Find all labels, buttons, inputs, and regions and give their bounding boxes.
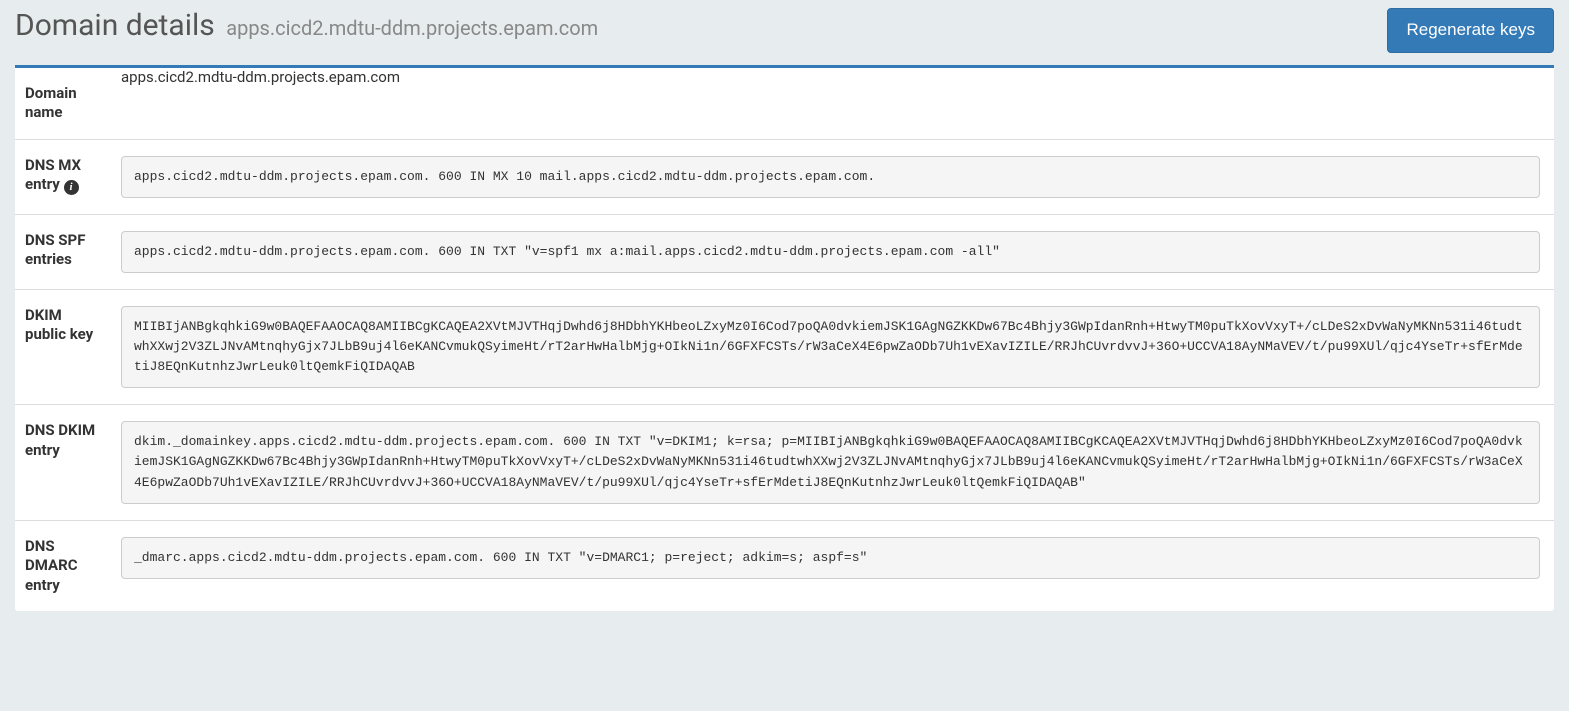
value-domain-name: apps.cicd2.mdtu-ddm.projects.epam.com bbox=[115, 68, 1554, 139]
page-title: Domain details apps.cicd2.mdtu-ddm.proje… bbox=[15, 8, 598, 44]
row-domain-name: Domain name apps.cicd2.mdtu-ddm.projects… bbox=[15, 68, 1554, 140]
page-subtitle: apps.cicd2.mdtu-ddm.projects.epam.com bbox=[226, 16, 598, 40]
label-dns-spf: DNS SPF entries bbox=[15, 215, 115, 289]
details-panel: Domain name apps.cicd2.mdtu-ddm.projects… bbox=[15, 65, 1554, 612]
info-icon[interactable]: i bbox=[64, 180, 79, 195]
row-dns-dkim: DNS DKIM entry dkim._domainkey.apps.cicd… bbox=[15, 405, 1554, 520]
value-dns-dkim[interactable]: dkim._domainkey.apps.cicd2.mdtu-ddm.proj… bbox=[121, 421, 1540, 503]
row-dkim-key: DKIM public key MIIBIjANBgkqhkiG9w0BAQEF… bbox=[15, 290, 1554, 405]
value-dns-spf[interactable]: apps.cicd2.mdtu-ddm.projects.epam.com. 6… bbox=[121, 231, 1540, 273]
label-dns-mx: DNS MX entry i bbox=[15, 140, 115, 214]
label-dns-dmarc: DNS DMARC entry bbox=[15, 521, 115, 612]
label-dns-dkim: DNS DKIM entry bbox=[15, 405, 115, 519]
value-dkim-key[interactable]: MIIBIjANBgkqhkiG9w0BAQEFAAOCAQ8AMIIBCgKC… bbox=[121, 306, 1540, 388]
row-dns-spf: DNS SPF entries apps.cicd2.mdtu-ddm.proj… bbox=[15, 215, 1554, 290]
label-domain-name: Domain name bbox=[15, 68, 115, 139]
row-dns-dmarc: DNS DMARC entry _dmarc.apps.cicd2.mdtu-d… bbox=[15, 521, 1554, 612]
regenerate-keys-button[interactable]: Regenerate keys bbox=[1387, 8, 1554, 53]
value-dns-dmarc[interactable]: _dmarc.apps.cicd2.mdtu-ddm.projects.epam… bbox=[121, 537, 1540, 579]
row-dns-mx: DNS MX entry i apps.cicd2.mdtu-ddm.proje… bbox=[15, 140, 1554, 215]
value-dns-mx[interactable]: apps.cicd2.mdtu-ddm.projects.epam.com. 6… bbox=[121, 156, 1540, 198]
page-title-text: Domain details bbox=[15, 8, 215, 43]
page-header: Domain details apps.cicd2.mdtu-ddm.proje… bbox=[15, 0, 1554, 65]
label-dkim-key: DKIM public key bbox=[15, 290, 115, 404]
